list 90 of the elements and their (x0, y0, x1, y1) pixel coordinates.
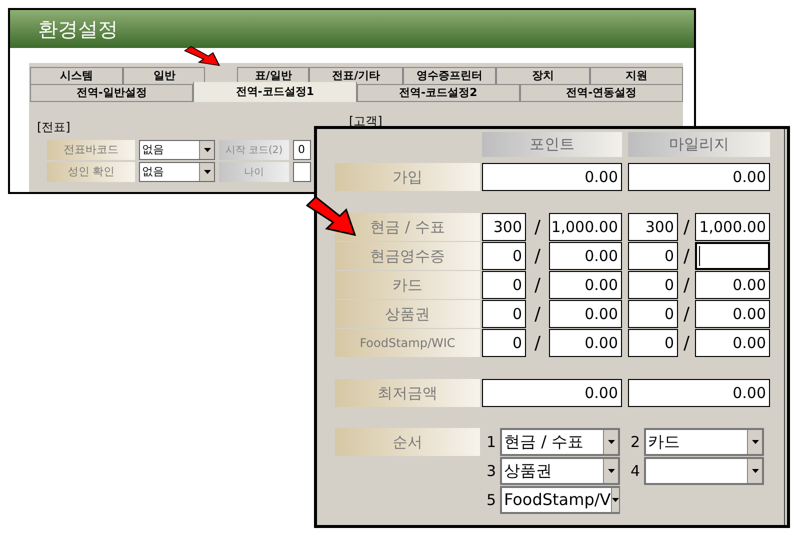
number-field[interactable] (695, 242, 770, 270)
caret-icon (752, 440, 758, 444)
order-number: 5 (485, 490, 496, 511)
row-label: FoodStamp/WIC (335, 329, 480, 357)
arrow-icon (184, 46, 220, 66)
number-field[interactable]: 300 (482, 213, 526, 241)
row-label: 최저금액 (335, 379, 480, 407)
number-field[interactable]: 0 (482, 300, 526, 328)
order-number: 3 (485, 460, 496, 482)
tab[interactable]: 전역-코드설정1 (193, 82, 356, 102)
field-label: 나이 (219, 162, 289, 182)
tab[interactable]: 전역-코드설정2 (356, 84, 520, 102)
row-label: 카드 (335, 271, 480, 299)
number-field[interactable]: 0.00 (695, 300, 770, 328)
number-field[interactable]: 0.00 (549, 329, 622, 357)
column-header: 마일리지 (628, 132, 770, 157)
tab[interactable]: 지원 (590, 67, 684, 84)
number-field[interactable]: 0 (482, 242, 526, 270)
caret-icon (608, 440, 614, 444)
dropdown[interactable]: 현금 / 수표 (500, 428, 620, 456)
order-number: 2 (629, 432, 640, 453)
slash-separator: / (682, 274, 691, 298)
caret-icon (608, 469, 614, 473)
dropdown[interactable] (644, 457, 764, 485)
number-field[interactable]: 0 (628, 329, 678, 357)
row-label: 상품권 (335, 300, 480, 328)
dropdown[interactable]: 카드 (644, 428, 764, 456)
number-field[interactable]: 0 (628, 300, 678, 328)
dropdown-button[interactable] (603, 430, 618, 454)
input-field[interactable]: 0 (293, 140, 311, 160)
number-field[interactable]: 0 (482, 271, 526, 299)
input-field[interactable] (293, 162, 311, 182)
number-field[interactable]: 0 (482, 329, 526, 357)
slash-separator: / (682, 302, 691, 326)
window-title: 환경설정 (38, 16, 118, 43)
field-label: 성인 확인 (47, 162, 135, 182)
slash-separator: / (533, 216, 542, 240)
number-field[interactable]: 0.00 (482, 163, 622, 191)
slash-separator: / (533, 244, 542, 268)
number-field[interactable]: 0.00 (482, 379, 622, 407)
tab[interactable]: 전역-일반설정 (30, 84, 194, 102)
dropdown[interactable]: 없음 (139, 140, 215, 160)
caret-icon (752, 469, 758, 473)
number-field[interactable]: 0 (628, 271, 678, 299)
tab[interactable]: 전표/기타 (309, 67, 403, 84)
row-label: 현금영수증 (335, 242, 480, 270)
number-field[interactable]: 0.00 (628, 163, 770, 191)
tab[interactable]: 장치 (496, 67, 590, 84)
dropdown-button[interactable] (199, 141, 214, 159)
dropdown[interactable]: FoodStamp/V (500, 486, 620, 514)
slash-separator: / (682, 244, 691, 268)
number-field[interactable]: 1,000.00 (695, 213, 770, 241)
dropdown-button[interactable] (199, 163, 214, 181)
number-field[interactable]: 0.00 (695, 271, 770, 299)
dropdown-button[interactable] (610, 488, 619, 512)
tab[interactable]: 전역-연동설정 (520, 84, 683, 102)
number-field[interactable]: 0.00 (628, 379, 770, 407)
slash-separator: / (682, 216, 691, 240)
number-field[interactable]: 0.00 (549, 242, 622, 270)
field-label: 시작 코드(2) (219, 140, 289, 160)
slash-separator: / (682, 332, 691, 356)
slash-separator: / (533, 274, 542, 298)
number-field[interactable]: 0 (628, 242, 678, 270)
dropdown-button[interactable] (747, 459, 762, 483)
text-caret (699, 246, 700, 266)
slash-separator: / (533, 332, 542, 356)
number-field[interactable]: 0.00 (695, 329, 770, 357)
number-field[interactable]: 0.00 (549, 300, 622, 328)
dropdown[interactable]: 상품권 (500, 457, 620, 485)
field-label: 전표바코드 (47, 140, 135, 160)
order-number: 4 (629, 460, 640, 482)
row-label: 순서 (335, 428, 480, 456)
column-header: 포인트 (482, 132, 622, 157)
number-field[interactable]: 1,000.00 (549, 213, 622, 241)
slash-separator: / (533, 302, 542, 326)
number-field[interactable]: 300 (628, 213, 678, 241)
row-label: 가입 (335, 163, 480, 191)
dropdown[interactable]: 없음 (139, 162, 215, 182)
dropdown-button[interactable] (747, 430, 762, 454)
caret-icon (612, 498, 619, 502)
number-field[interactable]: 0.00 (549, 271, 622, 299)
tab[interactable]: 영수증프린터 (402, 67, 496, 84)
tab[interactable]: 일반 (123, 67, 206, 84)
group-title: [전표] (37, 119, 70, 136)
caret-icon (204, 148, 210, 152)
tab[interactable]: 시스템 (30, 67, 124, 84)
order-number: 1 (485, 432, 496, 453)
caret-icon (204, 170, 210, 174)
group-title: [고객] (349, 113, 382, 130)
dropdown-button[interactable] (603, 459, 618, 483)
